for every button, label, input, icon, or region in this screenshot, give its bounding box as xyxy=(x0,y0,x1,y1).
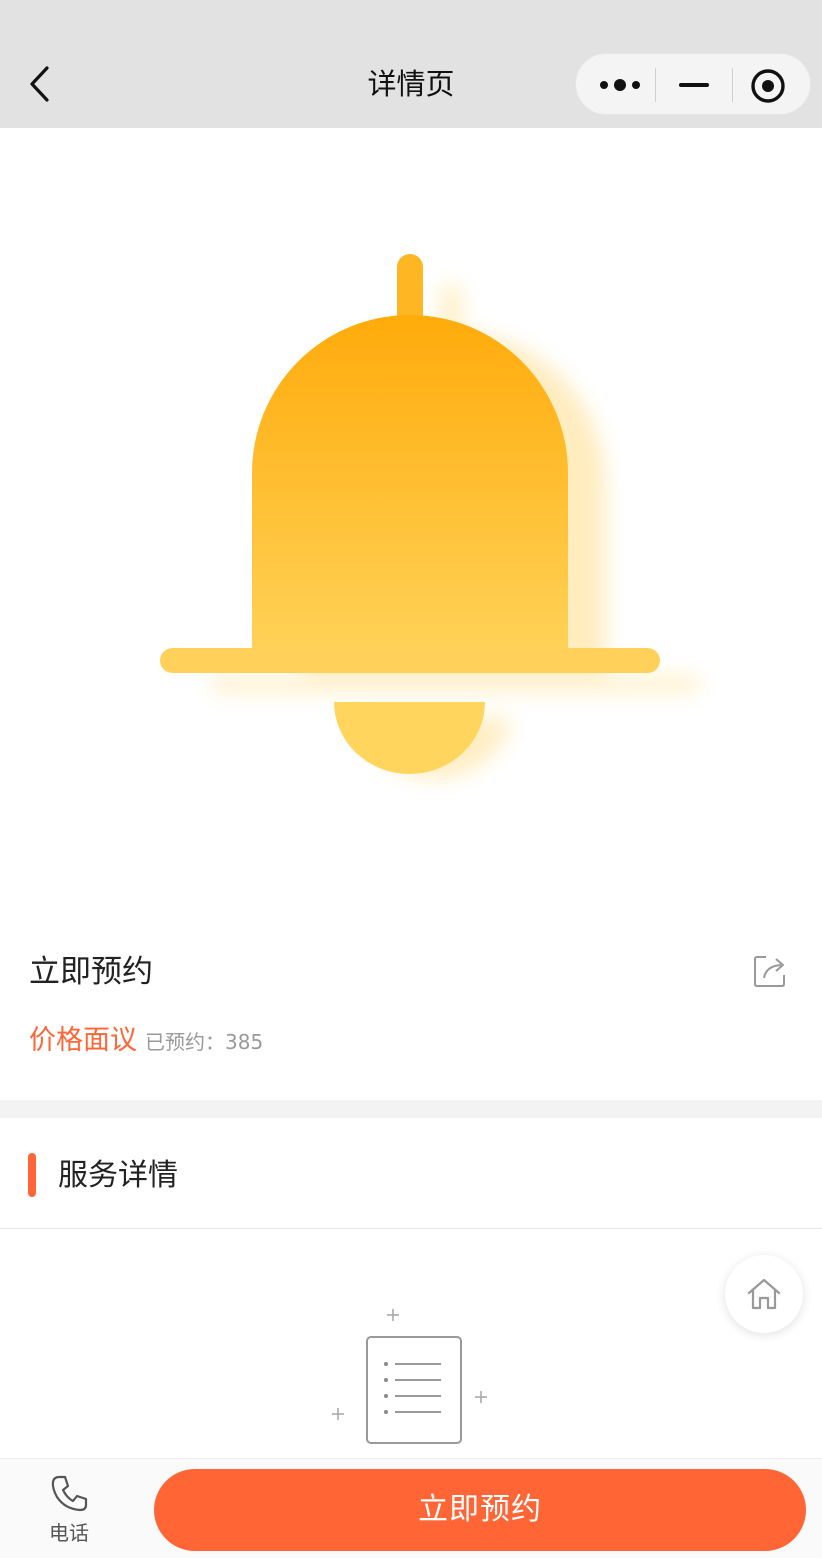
empty-document-icon xyxy=(332,1309,487,1444)
book-now-button[interactable]: 立即预约 xyxy=(154,1469,806,1551)
section-title: 服务详情 xyxy=(58,1158,178,1193)
product-hero-image xyxy=(0,128,822,916)
minimize-icon xyxy=(679,83,709,87)
phone-icon xyxy=(51,1475,88,1512)
price-row: 价格面议 已预约：385 xyxy=(29,1018,263,1058)
close-target-icon xyxy=(751,69,785,103)
capsule-divider xyxy=(655,68,656,102)
mini-program-capsule xyxy=(575,53,811,115)
capsule-divider xyxy=(732,68,733,102)
close-button[interactable] xyxy=(749,67,787,105)
navigation-bar: 详情页 xyxy=(0,0,822,128)
more-button[interactable] xyxy=(596,70,644,100)
booked-label: 已预约： xyxy=(145,1030,225,1054)
bottom-action-bar: 电话 立即预约 xyxy=(0,1458,822,1558)
home-icon xyxy=(747,1278,781,1310)
bell-icon xyxy=(160,254,700,779)
phone-label: 电话 xyxy=(49,1521,89,1545)
section-gap xyxy=(0,1100,822,1118)
more-dots-icon xyxy=(600,79,640,91)
share-icon xyxy=(754,956,785,987)
product-title: 立即预约 xyxy=(29,954,153,990)
phone-button[interactable]: 电话 xyxy=(30,1473,108,1553)
minimize-button[interactable] xyxy=(676,70,712,100)
home-button[interactable] xyxy=(725,1255,803,1333)
section-accent-bar xyxy=(28,1153,36,1197)
divider xyxy=(0,1228,822,1229)
share-button[interactable] xyxy=(752,953,788,989)
booked-count: 385 xyxy=(225,1030,264,1054)
price-text: 价格面议 xyxy=(29,1025,137,1056)
